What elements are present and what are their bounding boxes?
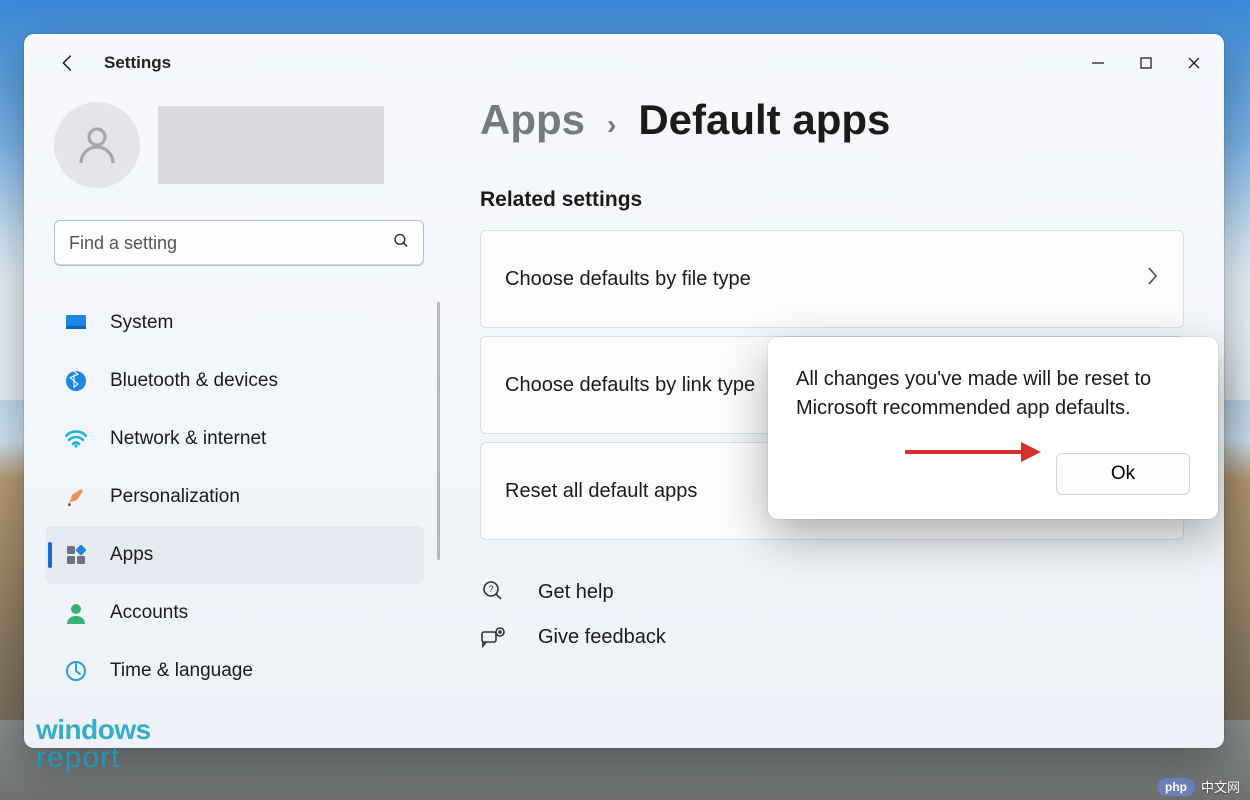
person-icon xyxy=(64,601,88,625)
nav-item-time-language[interactable]: Time & language xyxy=(46,642,424,700)
nav-item-apps[interactable]: Apps xyxy=(46,526,424,584)
nav-label: Network & internet xyxy=(110,428,266,450)
profile-name-redacted xyxy=(158,106,384,184)
nav: System Bluetooth & devices Network & int… xyxy=(46,294,424,700)
wifi-icon xyxy=(64,427,88,451)
nav-item-personalization[interactable]: Personalization xyxy=(46,468,424,526)
back-button[interactable] xyxy=(54,49,82,77)
ok-button[interactable]: Ok xyxy=(1056,453,1190,495)
chevron-right-icon: › xyxy=(607,109,616,141)
avatar xyxy=(54,102,140,188)
give-feedback-link[interactable]: Give feedback xyxy=(480,626,1184,649)
titlebar: Settings xyxy=(24,34,1224,92)
close-button[interactable] xyxy=(1170,43,1218,83)
paintbrush-icon xyxy=(64,485,88,509)
apps-icon xyxy=(64,543,88,567)
chevron-right-icon xyxy=(1145,265,1159,293)
get-help-link[interactable]: ? Get help xyxy=(480,580,1184,604)
row-label: Choose defaults by file type xyxy=(505,268,751,291)
dialog-message: All changes you've made will be reset to… xyxy=(796,365,1190,423)
help-label: Give feedback xyxy=(538,626,666,649)
scrollbar[interactable] xyxy=(437,302,440,560)
window-title: Settings xyxy=(104,53,171,73)
page-title: Default apps xyxy=(638,96,890,144)
breadcrumb-apps[interactable]: Apps xyxy=(480,96,585,144)
nav-label: Bluetooth & devices xyxy=(110,370,278,392)
nav-item-accounts[interactable]: Accounts xyxy=(46,584,424,642)
nav-label: Accounts xyxy=(110,602,188,624)
clock-globe-icon xyxy=(64,659,88,683)
row-defaults-by-filetype[interactable]: Choose defaults by file type xyxy=(480,230,1184,328)
reset-confirm-dialog: All changes you've made will be reset to… xyxy=(768,337,1218,519)
profile-block[interactable] xyxy=(54,102,424,188)
related-heading: Related settings xyxy=(480,188,1184,212)
maximize-button[interactable] xyxy=(1122,43,1170,83)
sidebar: System Bluetooth & devices Network & int… xyxy=(24,92,454,748)
row-label: Choose defaults by link type xyxy=(505,374,755,397)
search-input[interactable] xyxy=(54,220,424,266)
bluetooth-icon xyxy=(64,369,88,393)
help-label: Get help xyxy=(538,581,614,604)
nav-label: Time & language xyxy=(110,660,253,682)
nav-item-system[interactable]: System xyxy=(46,294,424,352)
breadcrumb: Apps › Default apps xyxy=(480,96,1184,144)
minimize-button[interactable] xyxy=(1074,43,1122,83)
nav-item-network[interactable]: Network & internet xyxy=(46,410,424,468)
row-label: Reset all default apps xyxy=(505,480,697,503)
nav-label: System xyxy=(110,312,173,334)
display-icon xyxy=(64,311,88,335)
nav-label: Personalization xyxy=(110,486,240,508)
help-icon: ? xyxy=(480,580,508,604)
svg-text:?: ? xyxy=(488,584,493,594)
nav-label: Apps xyxy=(110,544,153,566)
feedback-icon xyxy=(480,627,508,649)
search-icon xyxy=(392,232,410,255)
nav-item-bluetooth[interactable]: Bluetooth & devices xyxy=(46,352,424,410)
